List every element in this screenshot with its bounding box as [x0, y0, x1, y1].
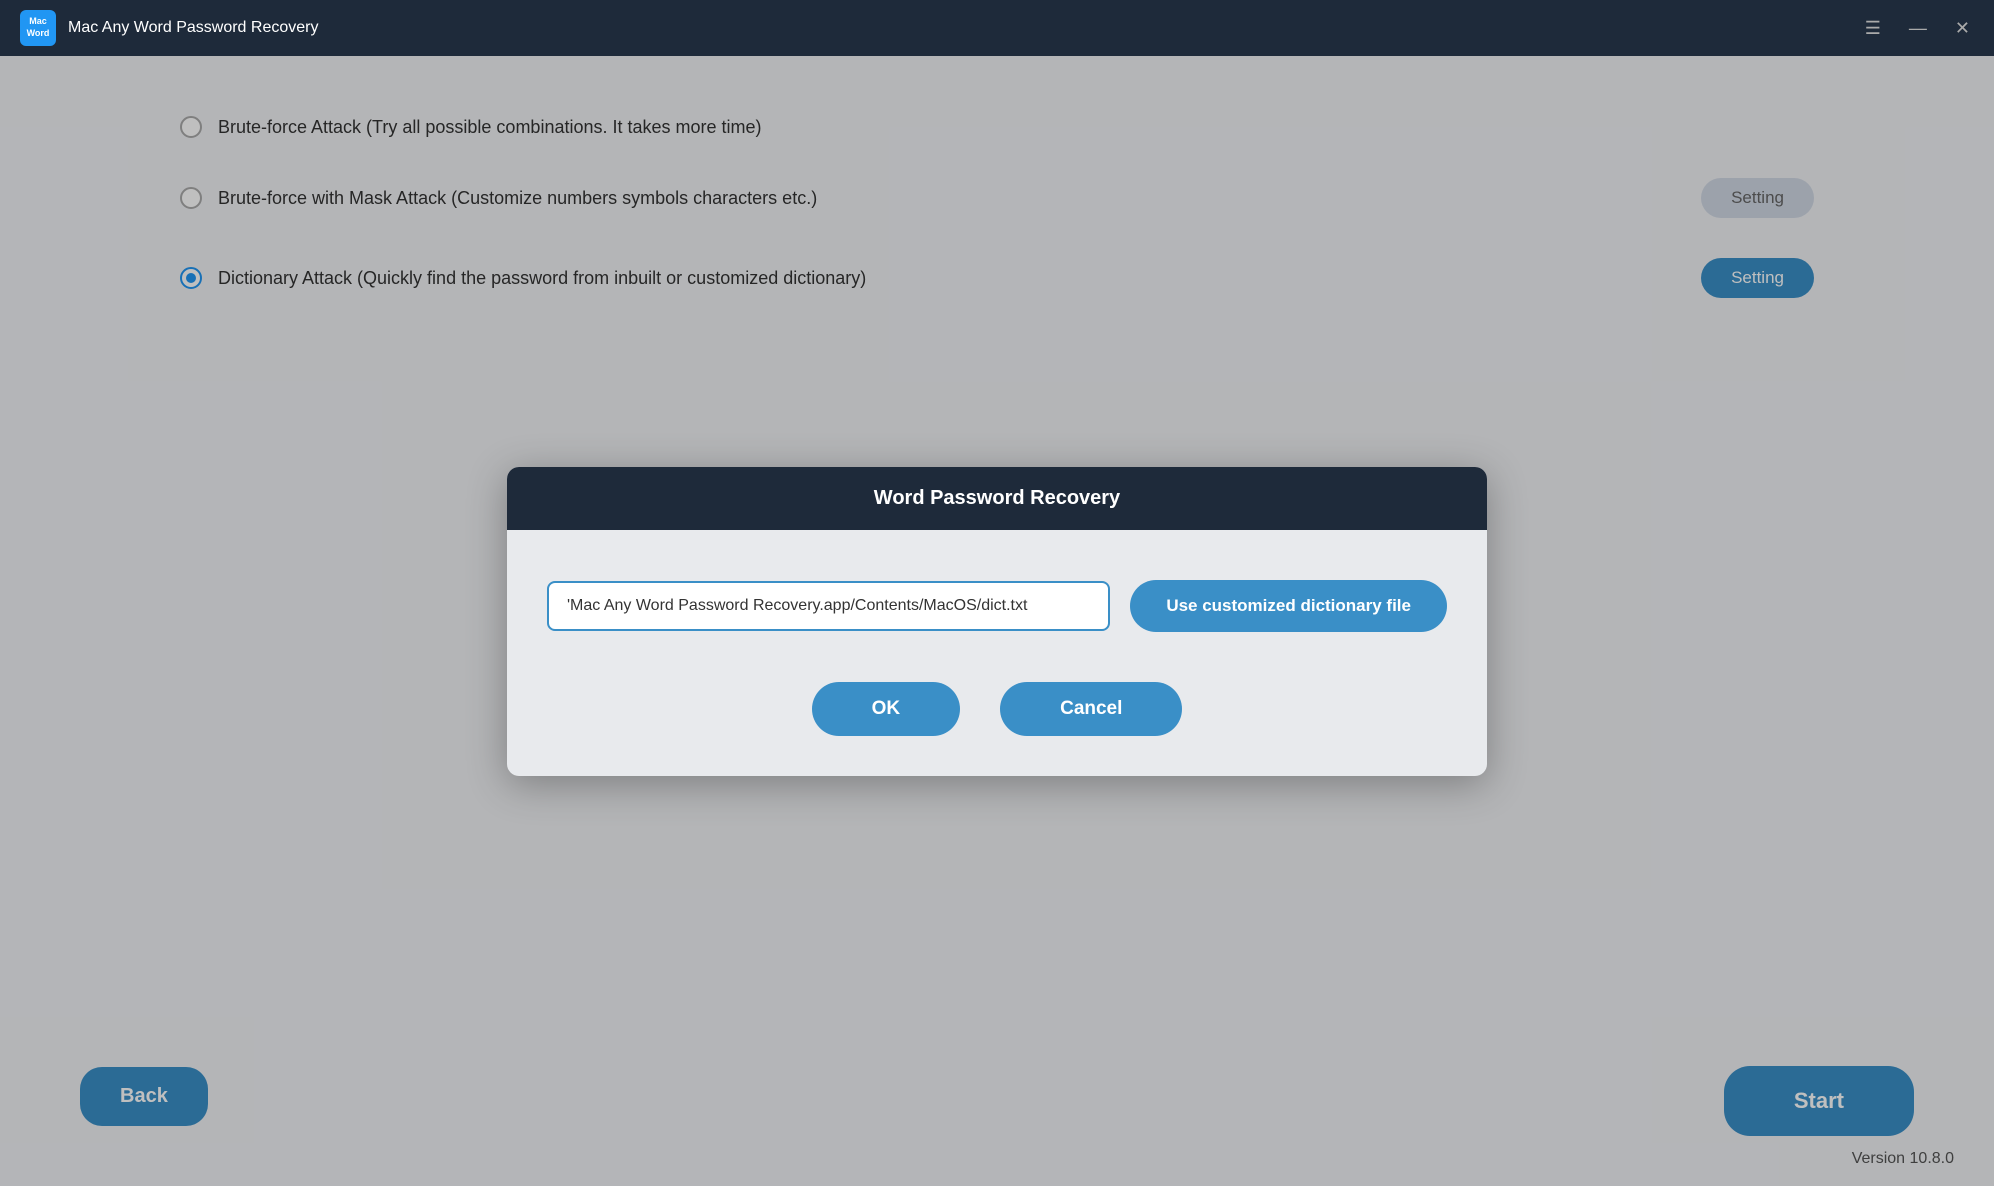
minimize-button[interactable]: — — [1905, 15, 1931, 41]
main-content: Brute-force Attack (Try all possible com… — [0, 56, 1994, 1186]
modal-input-row: Use customized dictionary file — [547, 580, 1447, 632]
app-icon-text: MacWord — [27, 16, 50, 39]
modal-title: Word Password Recovery — [874, 487, 1120, 509]
dict-path-input[interactable] — [547, 581, 1110, 631]
titlebar: MacWord Mac Any Word Password Recovery ☰… — [0, 0, 1994, 56]
modal-header: Word Password Recovery — [507, 467, 1487, 530]
titlebar-controls: ☰ — ✕ — [1861, 15, 1974, 41]
app-icon: MacWord — [20, 10, 56, 46]
cancel-button[interactable]: Cancel — [1000, 682, 1182, 736]
menu-button[interactable]: ☰ — [1861, 15, 1885, 41]
modal-body: Use customized dictionary file OK Cancel — [507, 530, 1487, 776]
close-button[interactable]: ✕ — [1951, 15, 1974, 41]
ok-button[interactable]: OK — [812, 682, 961, 736]
modal-actions: OK Cancel — [547, 682, 1447, 736]
modal-overlay: Word Password Recovery Use customized di… — [0, 56, 1994, 1186]
app-title: Mac Any Word Password Recovery — [68, 19, 318, 37]
titlebar-left: MacWord Mac Any Word Password Recovery — [20, 10, 318, 46]
use-dict-button[interactable]: Use customized dictionary file — [1130, 580, 1447, 632]
modal-dialog: Word Password Recovery Use customized di… — [507, 467, 1487, 776]
